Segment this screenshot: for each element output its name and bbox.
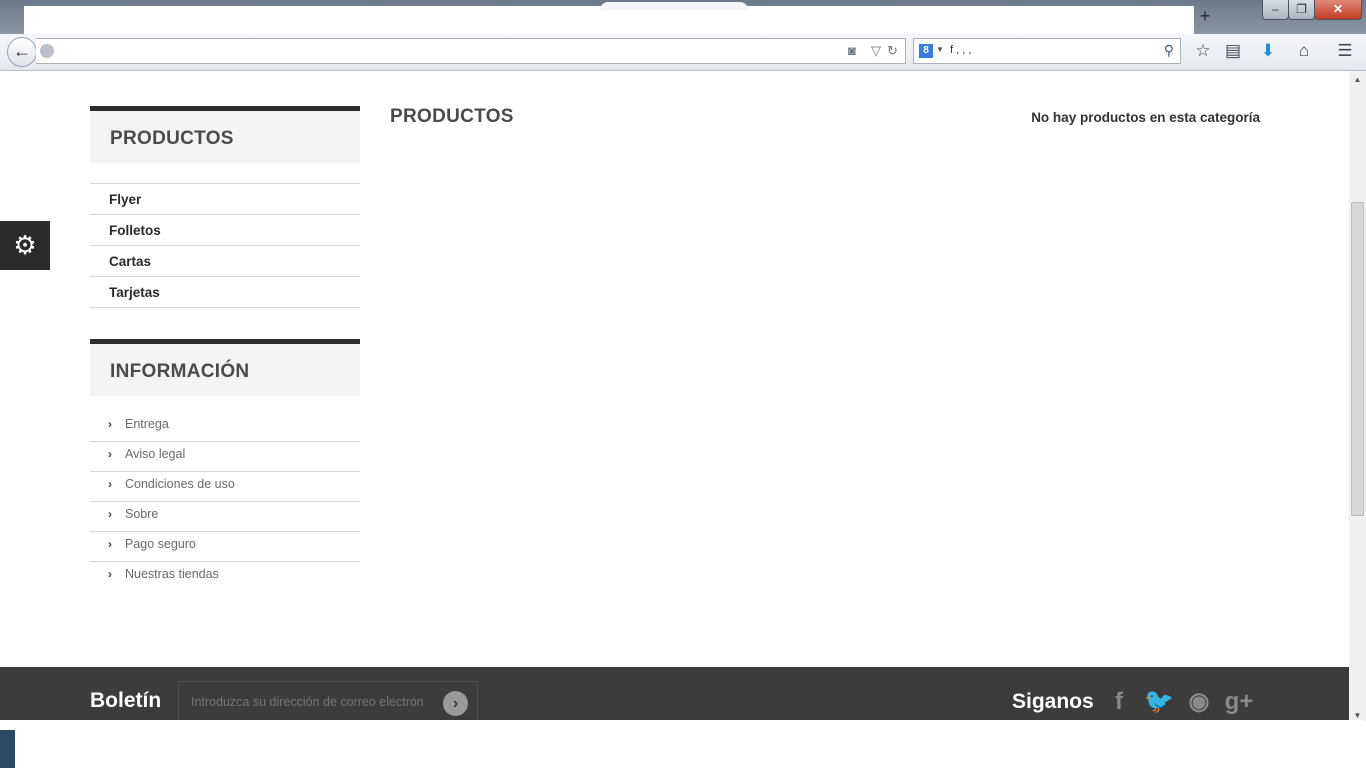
information-block: INFORMACIÓN › Entrega › Aviso legal › Condi…: [90, 339, 360, 591]
chevron-right-icon: ›: [108, 567, 112, 581]
information-list: › Entrega › Aviso legal › Condiciones de us…: [90, 412, 360, 591]
tab-strip: [24, 6, 1194, 34]
search-bar[interactable]: 8 ▼ f , , , ⚲: [913, 38, 1181, 64]
home-icon[interactable]: ⌂: [1293, 40, 1315, 62]
reading-list-icon[interactable]: ▤: [1222, 40, 1244, 62]
gears-icon: ⚙: [13, 230, 37, 260]
categories-header: PRODUCTOS: [90, 106, 360, 163]
search-icon[interactable]: ⚲: [1164, 42, 1174, 59]
page-title: PRODUCTOS: [390, 106, 514, 127]
active-tab[interactable]: [600, 2, 748, 10]
new-tab-button[interactable]: +: [1196, 6, 1214, 26]
maximize-button[interactable]: ❐: [1288, 0, 1315, 20]
twitter-icon[interactable]: 🐦: [1144, 687, 1174, 717]
reload-icon[interactable]: ↻: [887, 43, 898, 59]
info-link-label: Entrega: [125, 417, 169, 431]
close-window-button[interactable]: ✕: [1314, 0, 1362, 20]
information-header: INFORMACIÓN: [90, 339, 360, 396]
info-link-label: Condiciones de uso: [125, 477, 235, 491]
newsletter-label: Boletín: [90, 689, 162, 712]
url-bar[interactable]: ◙ ▽ ↻: [36, 38, 906, 64]
category-item-cartas[interactable]: Cartas: [90, 246, 360, 277]
newsletter-submit-button[interactable]: ›: [443, 691, 468, 716]
scroll-up-icon[interactable]: ▲: [1349, 75, 1366, 84]
page-scrollbar[interactable]: ▲ ▼: [1349, 71, 1366, 721]
chevron-right-icon: ›: [108, 507, 112, 521]
back-button[interactable]: ←: [7, 37, 37, 67]
chevron-right-icon: ›: [108, 417, 112, 431]
info-link-sobre[interactable]: › Sobre: [90, 502, 360, 532]
chevron-right-icon: ›: [108, 537, 112, 551]
bottom-overlay: [15, 720, 1362, 768]
info-link-tiendas[interactable]: › Nuestras tiendas: [90, 562, 360, 591]
scroll-thumb[interactable]: [1351, 202, 1364, 516]
browser-navbar: ← ◙ ▽ ↻ 8 ▼ f , , , ⚲ ☆ ▤ ⬇ ⌂ ☰: [0, 34, 1366, 71]
info-link-condiciones[interactable]: › Condiciones de uso: [90, 472, 360, 502]
chevron-right-icon: ›: [108, 447, 112, 461]
info-link-label: Nuestras tiendas: [125, 567, 219, 581]
download-icon[interactable]: ⬇: [1257, 40, 1279, 62]
info-link-entrega[interactable]: › Entrega: [90, 412, 360, 442]
categories-block: PRODUCTOS Flyer Folletos Cartas Tarjetas: [90, 106, 360, 308]
search-input[interactable]: f , , ,: [950, 44, 971, 56]
info-link-label: Pago seguro: [125, 537, 196, 551]
category-item-folletos[interactable]: Folletos: [90, 215, 360, 246]
reader-icon[interactable]: ◙: [848, 43, 856, 58]
dropdown-icon[interactable]: ▽: [871, 43, 881, 59]
facebook-icon[interactable]: f: [1104, 687, 1134, 717]
google-icon[interactable]: 8: [919, 44, 933, 58]
categories-title: PRODUCTOS: [110, 128, 234, 149]
info-link-pago-seguro[interactable]: › Pago seguro: [90, 532, 360, 562]
info-link-label: Aviso legal: [125, 447, 186, 461]
category-item-tarjetas[interactable]: Tarjetas: [90, 277, 360, 308]
arrow-right-icon: ›: [452, 695, 459, 712]
browser-titlebar: + – ❐ ✕: [0, 0, 1366, 34]
info-link-aviso-legal[interactable]: › Aviso legal: [90, 442, 360, 472]
google-plus-icon[interactable]: g+: [1224, 687, 1254, 717]
scroll-down-icon[interactable]: ▼: [1349, 711, 1366, 720]
menu-icon[interactable]: ☰: [1334, 40, 1356, 62]
site-identity-icon[interactable]: [40, 44, 54, 58]
site-footer: Boletín › Siganos f 🐦 ◉ g+: [0, 667, 1349, 722]
newsletter-email-input[interactable]: [178, 681, 478, 722]
categories-list: Flyer Folletos Cartas Tarjetas: [90, 183, 360, 308]
follow-us-label: Siganos: [1012, 690, 1094, 713]
star-icon[interactable]: ☆: [1192, 40, 1214, 62]
engine-dropdown-icon[interactable]: ▼: [936, 45, 944, 54]
empty-category-message: No hay productos en esta categoría: [1031, 110, 1260, 125]
info-link-label: Sobre: [125, 507, 159, 521]
category-item-flyer[interactable]: Flyer: [90, 184, 360, 215]
chevron-right-icon: ›: [108, 477, 112, 491]
theme-settings-button[interactable]: ⚙: [0, 221, 50, 270]
rss-icon[interactable]: ◉: [1184, 687, 1214, 717]
minimize-button[interactable]: –: [1262, 0, 1289, 20]
taskbar-edge: [0, 730, 15, 768]
information-title: INFORMACIÓN: [110, 361, 250, 382]
